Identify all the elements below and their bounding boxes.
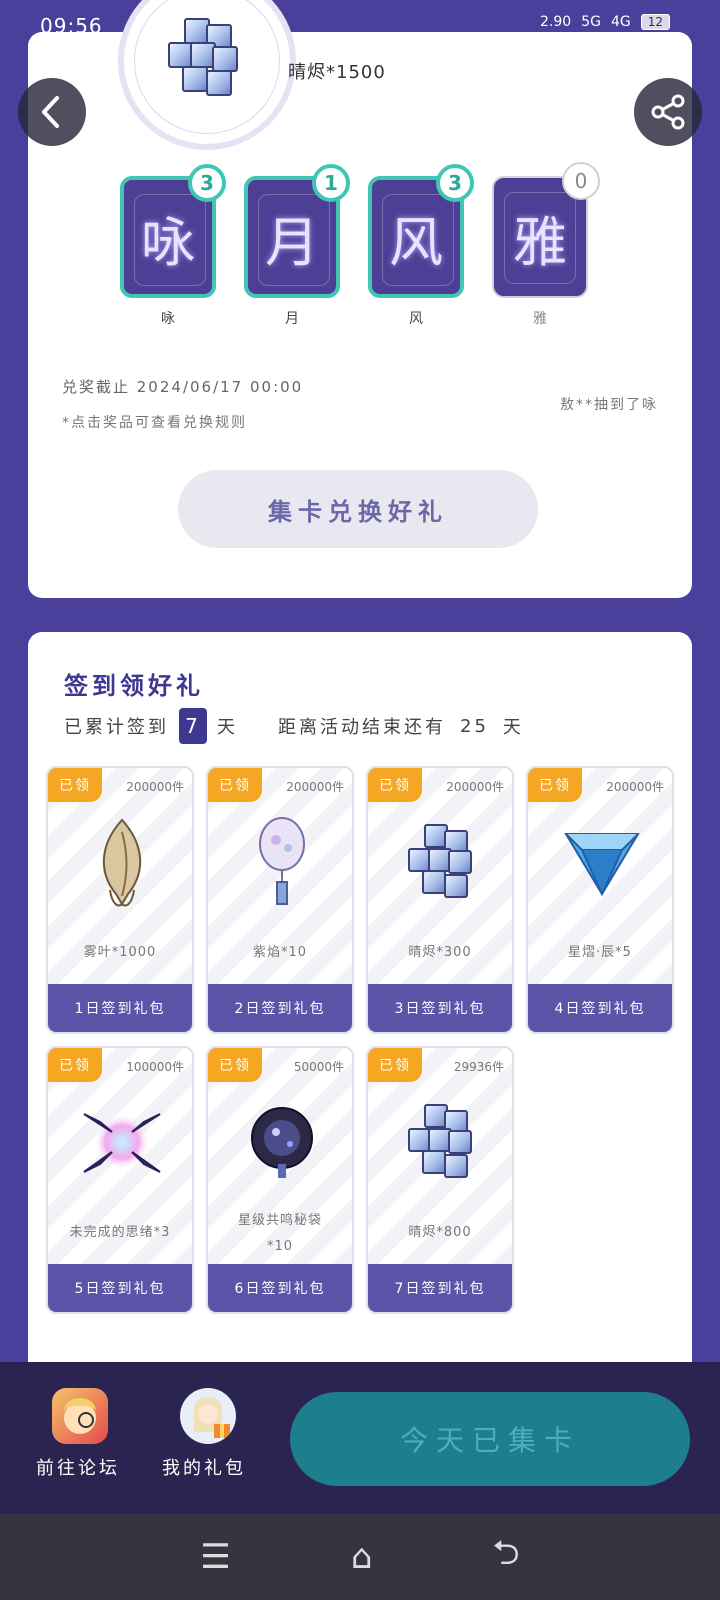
back-button[interactable]: [18, 78, 86, 146]
back-nav-icon[interactable]: ⮌: [492, 1529, 519, 1586]
gift-name: 晴烬*300: [408, 945, 472, 960]
gift-name: 未完成的思绪*3: [69, 1225, 171, 1240]
claimed-tag: 已领: [48, 1048, 102, 1082]
char-card-yong[interactable]: 咏 3: [120, 164, 226, 298]
collect-today-button[interactable]: 今天已集卡: [290, 1392, 690, 1486]
claimed-tag: 已领: [528, 768, 582, 802]
gift-footer: 7日签到礼包: [368, 1264, 512, 1312]
signin-day-unit: 天: [217, 717, 238, 738]
bag-icon: [251, 1107, 313, 1178]
char-label: 月: [285, 311, 299, 327]
gift-box-icon: [194, 1397, 230, 1438]
crystal-icon: [168, 18, 248, 98]
system-nav-bar: ☰ ⌂ ⮌: [0, 1514, 720, 1600]
share-button[interactable]: [634, 78, 702, 146]
gift-footer: 3日签到礼包: [368, 984, 512, 1032]
gift-quantity: 200000件: [126, 780, 184, 794]
gift-card-day7[interactable]: 已领 29936件 晴烬*800 7日签到礼包: [366, 1046, 514, 1314]
gift-name: 晴烬*800: [408, 1225, 472, 1240]
gift-quantity: 200000件: [446, 780, 504, 794]
forum-avatar-icon: [64, 1398, 96, 1434]
claimed-tag: 已领: [208, 1048, 262, 1082]
balance-text: 晴烬*1500: [288, 62, 386, 83]
reward-avatar: [118, 0, 296, 150]
claimed-tag: 已领: [368, 768, 422, 802]
remaining-unit: 天: [502, 717, 524, 738]
char-card-feng[interactable]: 风 3: [368, 164, 474, 298]
char-label: 咏: [161, 311, 175, 327]
status-indicators: 2.90 5G 4G 12: [540, 14, 670, 30]
battery-icon: 12: [640, 14, 670, 30]
gift-quantity: 100000件: [126, 1060, 184, 1074]
char-label: 雅: [533, 311, 547, 327]
count-badge: 3: [436, 164, 474, 202]
claimed-tag: 已领: [208, 768, 262, 802]
bottom-action-bar: 前往论坛 我的礼包 今天已集卡: [0, 1362, 720, 1514]
exchange-button[interactable]: 集卡兑换好礼: [178, 470, 538, 548]
gift-quantity: 200000件: [606, 780, 664, 794]
signin-title: 签到领好礼: [64, 672, 204, 700]
char-card-ya[interactable]: 雅 0: [492, 162, 600, 298]
count-badge: 1: [312, 164, 350, 202]
rule-hint[interactable]: *点击奖品可查看兑换规则: [62, 412, 247, 432]
gift-card-day2[interactable]: 已领 200000件 紫焰*10 2日签到礼包: [206, 766, 354, 1034]
gift-card-day1[interactable]: 已领 200000件 雾叶*1000 1日签到礼包: [46, 766, 194, 1034]
network-4g: 4G: [610, 14, 631, 30]
deadline-text: 兑奖截止 2024/06/17 00:00: [62, 378, 304, 396]
remaining-text: 距离活动结束还有: [278, 717, 446, 738]
gift-name: 星级共鸣秘袋*10: [237, 1213, 322, 1254]
gift-footer: 1日签到礼包: [48, 984, 192, 1032]
gift-footer: 2日签到礼包: [208, 984, 352, 1032]
claimed-tag: 已领: [48, 768, 102, 802]
gift-card-day5[interactable]: 已领 100000件 未完成的思绪*3 5日签到礼包: [46, 1046, 194, 1314]
home-icon[interactable]: ⌂: [351, 1537, 373, 1577]
gift-quantity: 50000件: [293, 1060, 344, 1074]
gift-card-day4[interactable]: 已领 200000件 星熠·辰*5 4日签到礼包: [526, 766, 674, 1034]
claimed-tag: 已领: [368, 1048, 422, 1082]
char-label: 风: [409, 311, 423, 327]
forum-label[interactable]: 前往论坛: [36, 1454, 120, 1480]
orb-icon: [83, 1113, 161, 1173]
char-card-yue[interactable]: 月 1: [244, 164, 350, 298]
count-badge: 0: [562, 162, 600, 200]
net-speed: 2.90: [540, 14, 572, 30]
gift-quantity: 29936件: [453, 1060, 504, 1074]
gift-name: 紫焰*10: [252, 945, 308, 960]
gift-card-day3[interactable]: 已领 200000件 晴烬*300 3日签到礼包: [366, 766, 514, 1034]
gift-footer: 6日签到礼包: [208, 1264, 352, 1312]
gift-footer: 5日签到礼包: [48, 1264, 192, 1312]
share-icon: [651, 94, 685, 130]
gift-quantity: 200000件: [286, 780, 344, 794]
gifts-label[interactable]: 我的礼包: [162, 1454, 246, 1480]
leaf-icon: [103, 818, 141, 907]
chevron-left-icon: [42, 96, 59, 128]
gem-icon: [564, 833, 640, 897]
gift-card-day6[interactable]: 已领 50000件 星级共鸣秘袋*10 6日签到礼包: [206, 1046, 354, 1314]
remaining-days: 25: [460, 715, 489, 737]
gift-avatar-icon[interactable]: [180, 1388, 236, 1444]
signin-prefix: 已累计签到: [64, 717, 169, 738]
forum-app-icon[interactable]: [52, 1388, 108, 1444]
gift-name: 雾叶*1000: [83, 945, 157, 960]
card-collection-panel: 晴烬*1500 咏 3 咏 月 1 月 风 3 风 雅 0 雅 兑奖截止 202…: [28, 0, 692, 598]
network-5g: 5G: [581, 14, 601, 30]
signin-days: 7: [179, 708, 207, 744]
gift-name: 星熠·辰*5: [568, 945, 632, 960]
signin-progress: 已累计签到 7 天 距离活动结束还有 25 天: [64, 706, 524, 746]
fan-icon: [259, 817, 305, 905]
crystal-icon: [408, 1104, 478, 1184]
count-badge: 3: [188, 164, 226, 202]
menu-icon[interactable]: ☰: [200, 1537, 230, 1577]
gift-footer: 4日签到礼包: [528, 984, 672, 1032]
winner-ticker: 敖**抽到了咏: [560, 397, 658, 413]
crystal-icon: [408, 824, 478, 904]
